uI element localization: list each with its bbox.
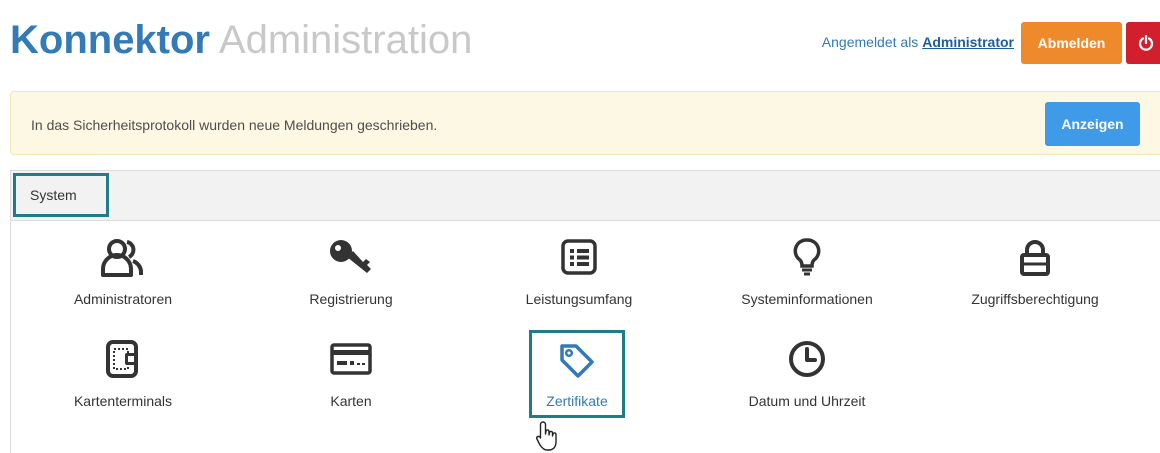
- card-terminal-icon: [106, 340, 138, 378]
- tile-kartenterminals[interactable]: Kartenterminals: [38, 339, 208, 409]
- card-icon: [330, 343, 372, 375]
- login-prefix: Angemeldet als: [821, 34, 919, 50]
- tile-registrierung[interactable]: Registrierung: [266, 237, 436, 307]
- tile-systeminformationen[interactable]: Systeminformationen: [722, 237, 892, 307]
- tile-karten[interactable]: Karten: [266, 339, 436, 409]
- tile-zugriffsberechtigung[interactable]: Zugriffsberechtigung: [950, 237, 1120, 307]
- clock-icon: [789, 341, 825, 377]
- hand-cursor-icon: [536, 421, 557, 451]
- key-icon: [330, 240, 371, 273]
- logout-button[interactable]: Abmelden: [1021, 22, 1122, 64]
- users-icon: [101, 239, 143, 277]
- tile-label: Zugriffsberechtigung: [971, 291, 1099, 307]
- tile-label: Administratoren: [73, 291, 173, 307]
- tile-label: Datum und Uhrzeit: [748, 393, 866, 409]
- security-alert: In das Sicherheitsprotokoll wurden neue …: [10, 91, 1160, 155]
- alert-message: In das Sicherheitsprotokoll wurden neue …: [31, 117, 438, 133]
- header: Konnektor Administration Angemeldet als …: [0, 0, 1160, 80]
- tile-datum-uhrzeit[interactable]: Datum und Uhrzeit: [722, 339, 892, 409]
- tag-icon: [560, 344, 594, 378]
- app-title: Konnektor Administration: [10, 16, 472, 64]
- tile-zertifikate[interactable]: Zertifikate: [529, 330, 625, 418]
- tile-label: Kartenterminals: [73, 393, 173, 409]
- tile-label: Registrierung: [309, 291, 393, 307]
- tile-label: Karten: [330, 393, 372, 409]
- list-icon: [561, 239, 597, 275]
- power-button[interactable]: [1126, 22, 1160, 64]
- lock-icon: [1020, 240, 1050, 276]
- lightbulb-icon: [793, 238, 821, 276]
- app-title-strong: Konnektor: [10, 18, 210, 62]
- app-title-light: Administration: [218, 18, 473, 62]
- power-icon: [1138, 35, 1154, 51]
- panel-header: System: [11, 171, 1160, 221]
- system-panel: System Administratoren Registrierung Lei…: [10, 170, 1160, 453]
- show-button[interactable]: Anzeigen: [1045, 102, 1140, 146]
- tile-label: Zertifikate: [546, 393, 608, 409]
- tile-leistungsumfang[interactable]: Leistungsumfang: [494, 237, 664, 307]
- tile-administratoren[interactable]: Administratoren: [38, 237, 208, 307]
- tile-label: Leistungsumfang: [525, 291, 633, 307]
- tile-label: Systeminformationen: [741, 291, 873, 307]
- tab-system[interactable]: System: [13, 173, 109, 217]
- login-info: Angemeldet als Administrator: [822, 34, 1014, 50]
- login-user-link[interactable]: Administrator: [922, 34, 1014, 50]
